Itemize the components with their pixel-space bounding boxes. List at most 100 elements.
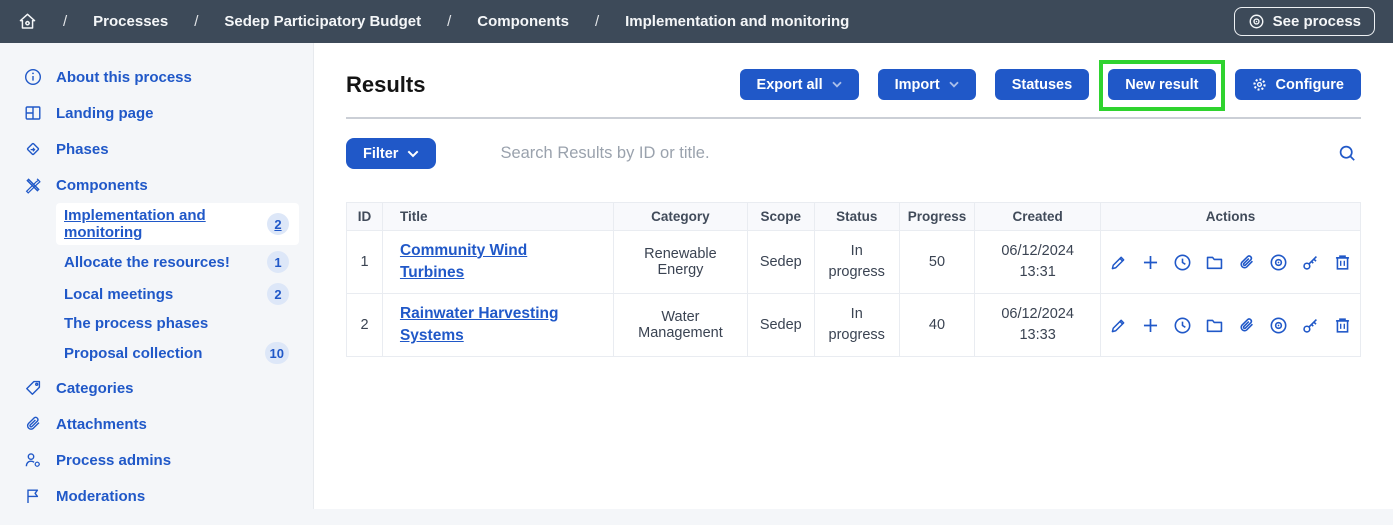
sidebar-subitem-implementation-and-monitoring[interactable]: Implementation and monitoring 2 <box>56 203 299 245</box>
folder-icon[interactable] <box>1205 253 1224 272</box>
row-actions <box>1109 253 1352 272</box>
export-all-button[interactable]: Export all <box>740 69 859 100</box>
count-badge: 1 <box>267 251 289 273</box>
cell-id: 1 <box>347 231 383 294</box>
count-badge: 2 <box>267 213 289 235</box>
cell-progress: 40 <box>899 294 975 357</box>
sidebar-item-about[interactable]: About this process <box>0 59 313 95</box>
clock-icon[interactable] <box>1173 253 1192 272</box>
breadcrumb-separator: / <box>194 13 198 30</box>
key-icon[interactable] <box>1301 253 1320 272</box>
sidebar-item-moderations[interactable]: Moderations <box>0 478 313 514</box>
column-header-status[interactable]: Status <box>814 203 899 231</box>
plus-icon[interactable] <box>1141 316 1160 335</box>
flag-icon <box>24 487 42 505</box>
eye-icon[interactable] <box>1269 316 1288 335</box>
sidebar-item-categories[interactable]: Categories <box>0 370 313 406</box>
sidebar-item-label: Categories <box>56 380 134 397</box>
key-icon[interactable] <box>1301 316 1320 335</box>
sidebar-item-label: Attachments <box>56 416 147 433</box>
see-process-label: See process <box>1273 13 1361 30</box>
header-divider <box>346 117 1361 119</box>
breadcrumb: / Processes / Sedep Participatory Budget… <box>18 12 849 31</box>
folder-icon[interactable] <box>1205 316 1224 335</box>
import-label: Import <box>895 77 940 93</box>
result-title-link[interactable]: Community Wind Turbines <box>400 240 595 285</box>
admin-topbar: / Processes / Sedep Participatory Budget… <box>0 0 1393 43</box>
paperclip-icon[interactable] <box>1237 316 1256 335</box>
delete-icon[interactable] <box>1333 253 1352 272</box>
sidebar-item-attachments[interactable]: Attachments <box>0 406 313 442</box>
cell-category: Water Management <box>614 294 748 357</box>
row-actions <box>1109 316 1352 335</box>
chevron-down-icon <box>407 150 419 158</box>
breadcrumb-processes[interactable]: Processes <box>93 13 168 30</box>
new-result-label: New result <box>1125 77 1198 93</box>
configure-label: Configure <box>1276 77 1344 93</box>
sidebar-item-phases[interactable]: Phases <box>0 131 313 167</box>
breadcrumb-current-component[interactable]: Implementation and monitoring <box>625 13 849 30</box>
page-title: Results <box>346 72 425 98</box>
filter-button[interactable]: Filter <box>346 138 436 169</box>
column-header-category[interactable]: Category <box>614 203 748 231</box>
plus-icon[interactable] <box>1141 253 1160 272</box>
process-sidebar: About this process Landing page Phases <box>0 43 313 525</box>
result-title-link[interactable]: Rainwater Harvesting Systems <box>400 303 595 348</box>
configure-button[interactable]: Configure <box>1235 69 1361 100</box>
new-result-button[interactable]: New result <box>1108 69 1215 100</box>
paperclip-icon[interactable] <box>1237 253 1256 272</box>
sidebar-subitem-allocate-the-resources[interactable]: Allocate the resources! 1 <box>56 247 299 277</box>
subitem-label: The process phases <box>64 315 208 332</box>
count-badge: 10 <box>265 342 289 364</box>
delete-icon[interactable] <box>1333 316 1352 335</box>
cell-scope: Sedep <box>747 294 814 357</box>
cell-scope: Sedep <box>747 231 814 294</box>
sidebar-subitem-the-process-phases[interactable]: The process phases <box>56 311 299 336</box>
cell-created-date: 06/12/2024 <box>983 241 1092 262</box>
column-header-progress[interactable]: Progress <box>899 203 975 231</box>
breadcrumb-components[interactable]: Components <box>477 13 569 30</box>
layout-grid-icon <box>24 104 42 122</box>
import-button[interactable]: Import <box>878 69 976 100</box>
cell-status: In progress <box>826 304 888 346</box>
tag-icon <box>24 379 42 397</box>
column-header-scope[interactable]: Scope <box>747 203 814 231</box>
column-header-title[interactable]: Title <box>382 203 613 231</box>
table-header-row: ID Title Category Scope Status Progress … <box>347 203 1361 231</box>
see-process-button[interactable]: See process <box>1234 7 1375 36</box>
sidebar-subitem-proposal-collection[interactable]: Proposal collection 10 <box>56 338 299 368</box>
sidebar-item-label: Landing page <box>56 105 154 122</box>
table-row: 1 Community Wind Turbines Renewable Ener… <box>347 231 1361 294</box>
breadcrumb-separator: / <box>63 13 67 30</box>
search-input[interactable] <box>500 144 1334 163</box>
statuses-button[interactable]: Statuses <box>995 69 1089 100</box>
results-table: ID Title Category Scope Status Progress … <box>346 202 1361 357</box>
breadcrumb-separator: / <box>595 13 599 30</box>
cell-created-time: 13:33 <box>983 325 1092 346</box>
home-gear-icon[interactable] <box>18 12 37 31</box>
chevron-down-icon <box>949 81 959 88</box>
components-sub-list: Implementation and monitoring 2 Allocate… <box>56 203 299 368</box>
export-all-label: Export all <box>757 77 823 93</box>
edit-icon[interactable] <box>1109 253 1128 272</box>
results-toolbar: Export all Import Statuses <box>740 69 1361 100</box>
sidebar-item-process-admins[interactable]: Process admins <box>0 442 313 478</box>
count-badge: 2 <box>267 283 289 305</box>
sidebar-item-components[interactable]: Components <box>0 167 313 203</box>
sidebar-item-label: About this process <box>56 69 192 86</box>
subitem-label: Proposal collection <box>64 345 202 362</box>
results-panel: Results Export all Import Statuses <box>313 43 1393 509</box>
sidebar-subitem-local-meetings[interactable]: Local meetings 2 <box>56 279 299 309</box>
sidebar-item-landing-page[interactable]: Landing page <box>0 95 313 131</box>
edit-icon[interactable] <box>1109 316 1128 335</box>
breadcrumb-separator: / <box>447 13 451 30</box>
column-header-created[interactable]: Created <box>975 203 1101 231</box>
eye-icon[interactable] <box>1269 253 1288 272</box>
column-header-id[interactable]: ID <box>347 203 383 231</box>
tools-icon <box>24 176 42 194</box>
clock-icon[interactable] <box>1173 316 1192 335</box>
breadcrumb-process-name[interactable]: Sedep Participatory Budget <box>224 13 421 30</box>
search-icon[interactable] <box>1334 140 1361 167</box>
sidebar-item-label: Moderations <box>56 488 145 505</box>
filter-label: Filter <box>363 146 398 162</box>
